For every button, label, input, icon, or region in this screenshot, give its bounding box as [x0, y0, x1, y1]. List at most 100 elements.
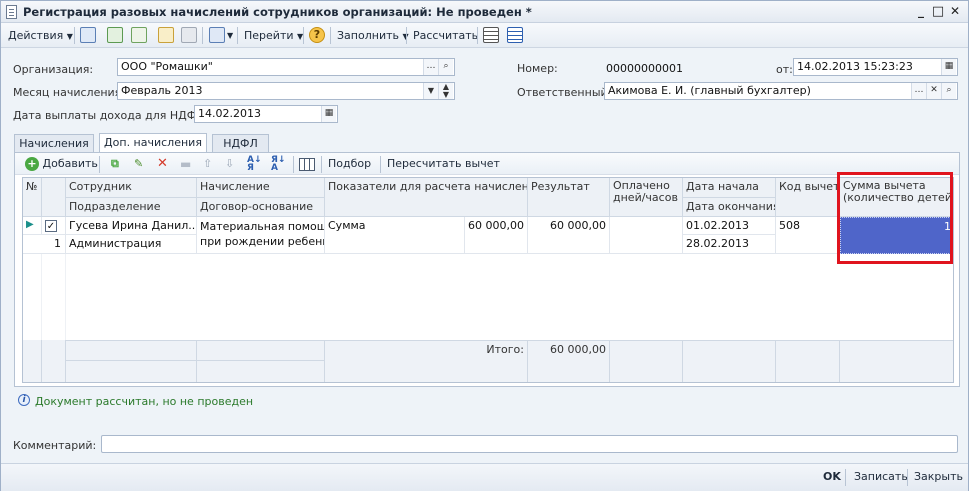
- col-header-contract[interactable]: Договор-основание: [197, 198, 325, 217]
- col-header-employee[interactable]: Сотрудник: [66, 178, 197, 198]
- minimize-button[interactable]: _: [913, 4, 929, 19]
- close-window-button[interactable]: ✕: [947, 4, 963, 19]
- footer-cell: [776, 340, 840, 382]
- department-cell[interactable]: Администрация: [66, 235, 197, 254]
- close-button[interactable]: Закрыть: [914, 470, 963, 483]
- toolbar-separator: [202, 27, 203, 44]
- ok-button[interactable]: OK: [823, 470, 841, 483]
- end-edit-icon[interactable]: ▬: [180, 156, 191, 172]
- col-header-number[interactable]: №: [23, 178, 42, 217]
- accrual-cell[interactable]: Материальная помощь при рождении ребенка: [197, 217, 325, 254]
- move-up-icon[interactable]: ⇧: [203, 156, 212, 172]
- comment-field[interactable]: [101, 435, 958, 453]
- organization-field[interactable]: ООО "Ромашки" … ⌕: [117, 58, 455, 76]
- tab-ndfl-label: НДФЛ: [223, 137, 258, 150]
- select-ellipsis-icon[interactable]: …: [911, 83, 926, 99]
- col-header-indicators[interactable]: Показатели для расчета начисления: [325, 178, 528, 217]
- toolbar-separator: [907, 469, 908, 486]
- move-down-icon[interactable]: ⇩: [225, 156, 234, 172]
- recalculate-deduction-button[interactable]: Пересчитать вычет: [387, 156, 500, 172]
- calculate-button[interactable]: Рассчитать: [413, 27, 478, 44]
- toolbar-separator: [330, 27, 331, 44]
- month-label: Месяц начисления:: [13, 86, 125, 99]
- maximize-button[interactable]: □: [930, 4, 946, 19]
- start-date-cell[interactable]: 01.02.2013: [683, 217, 776, 235]
- toolbar-separator: [303, 27, 304, 44]
- col-header-result[interactable]: Результат: [528, 178, 610, 217]
- date-from-label: от:: [776, 63, 793, 76]
- organization-value: ООО "Ромашки": [121, 60, 213, 73]
- responsible-field[interactable]: Акимова Е. И. (главный бухгалтер) … ✕ ⌕: [604, 82, 958, 100]
- calendar-icon[interactable]: ▦: [941, 59, 956, 75]
- info-icon: i: [18, 394, 30, 406]
- actions-menu-label: Действия: [8, 29, 64, 42]
- tab-ndfl[interactable]: НДФЛ: [212, 134, 269, 153]
- table-layout-icon[interactable]: [483, 27, 499, 43]
- clear-icon[interactable]: ✕: [926, 83, 941, 99]
- footer-cell: [66, 340, 197, 382]
- document-icon: [6, 5, 17, 19]
- tab-accruals-label: Начисления: [19, 137, 89, 150]
- col-header-department[interactable]: Подразделение: [66, 198, 197, 217]
- indicator-name-cell[interactable]: Сумма: [325, 217, 465, 254]
- tab-extra-accruals[interactable]: Доп. начисления: [99, 133, 207, 153]
- extra-accruals-panel: + Добавить ⧉ ✎ ✕ ▬ ⇧ ⇩ A↓ Я Я↓ A Подбор Пе…: [14, 152, 960, 387]
- fill-menu[interactable]: Заполнить ▼: [337, 27, 409, 44]
- current-row-marker-icon: ▶: [23, 217, 42, 235]
- help-icon[interactable]: ?: [309, 27, 325, 43]
- total-label: Итого:: [325, 340, 528, 382]
- search-icon[interactable]: ⌕: [941, 83, 956, 99]
- sort-asc-icon[interactable]: A↓ Я: [247, 156, 262, 173]
- ndfl-date-field[interactable]: 14.02.2013 ▦: [194, 105, 338, 123]
- col-header-end-date[interactable]: Дата окончания: [683, 198, 776, 217]
- tab-extra-accruals-label: Доп. начисления: [104, 136, 202, 149]
- row-checkbox[interactable]: ✓: [42, 217, 66, 235]
- copy-document-icon[interactable]: [131, 27, 147, 43]
- tab-accruals[interactable]: Начисления: [14, 134, 94, 153]
- month-field[interactable]: Февраль 2013 ▼ ▲ ▼: [117, 82, 455, 100]
- spin-arrows-icon[interactable]: ▲ ▼: [438, 83, 453, 99]
- paid-cell[interactable]: [610, 217, 683, 254]
- col-header-deduction-code[interactable]: Код вычета: [776, 178, 840, 217]
- col-header-check: [42, 178, 66, 217]
- col-header-paid[interactable]: Оплачено дней/часов: [610, 178, 683, 217]
- select-ellipsis-icon[interactable]: …: [423, 59, 438, 75]
- refresh-icon[interactable]: [107, 27, 123, 43]
- add-row-button[interactable]: + Добавить: [25, 156, 98, 172]
- employee-cell[interactable]: Гусева Ирина Данил...: [66, 217, 197, 235]
- deduction-code-cell[interactable]: 508: [776, 217, 840, 254]
- indicator-value-cell[interactable]: 60 000,00: [465, 217, 528, 254]
- col-header-start-date[interactable]: Дата начала: [683, 178, 776, 198]
- edit-pencil-icon[interactable]: ✎: [134, 156, 143, 172]
- search-icon[interactable]: ⌕: [438, 59, 453, 75]
- sort-desc-icon[interactable]: Я↓ A: [271, 156, 285, 173]
- delete-icon[interactable]: ✕: [157, 156, 168, 172]
- footer-cell: [42, 340, 66, 382]
- toolbar-separator: [293, 156, 294, 173]
- bottom-bar: OK Записать Закрыть: [1, 463, 968, 491]
- goto-menu[interactable]: Перейти ▼: [244, 27, 303, 44]
- copy-row-icon[interactable]: ⧉: [111, 156, 119, 172]
- print-icon[interactable]: [181, 27, 197, 43]
- columns-icon[interactable]: [299, 158, 315, 171]
- save-button[interactable]: Записать: [854, 470, 908, 483]
- based-on-icon[interactable]: [209, 27, 225, 43]
- toolbar-separator: [74, 27, 75, 44]
- end-date-cell[interactable]: 28.02.2013: [683, 235, 776, 254]
- footer-cell: [23, 340, 42, 382]
- dropdown-icon[interactable]: ▼: [423, 83, 438, 99]
- chevron-down-icon[interactable]: ▼: [227, 27, 233, 44]
- actions-menu[interactable]: Действия ▼: [8, 27, 73, 44]
- toolbar-separator: [845, 469, 846, 486]
- calendar-icon[interactable]: ▦: [321, 106, 336, 122]
- checkmark-icon: ✓: [45, 220, 57, 232]
- select-button[interactable]: Подбор: [328, 156, 371, 172]
- table-empty-area[interactable]: [23, 254, 953, 340]
- document-date-field[interactable]: 14.02.2013 15:23:23 ▦: [793, 58, 958, 76]
- result-cell[interactable]: 60 000,00: [528, 217, 610, 254]
- post-document-icon[interactable]: [158, 27, 174, 43]
- save-and-close-icon[interactable]: [80, 27, 96, 43]
- list-settings-icon[interactable]: [507, 27, 523, 43]
- toolbar-separator: [237, 27, 238, 44]
- col-header-accrual[interactable]: Начисление: [197, 178, 325, 198]
